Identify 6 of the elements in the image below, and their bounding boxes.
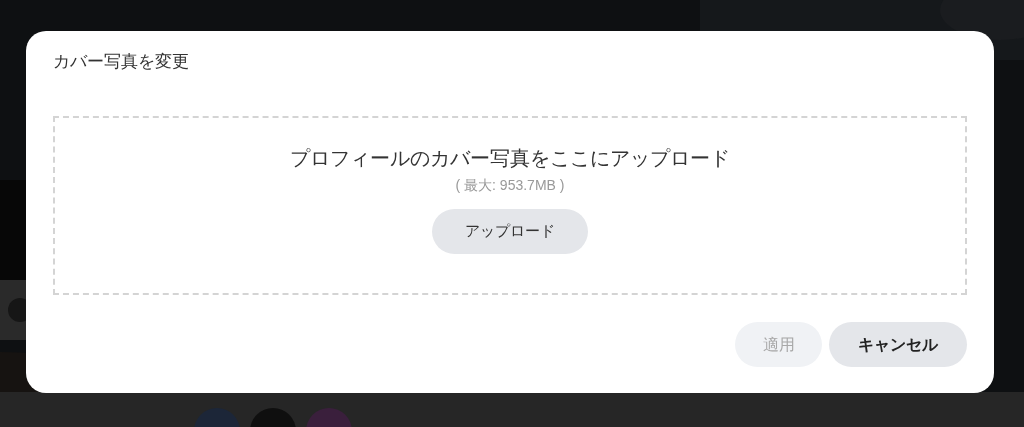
upload-button[interactable]: アップロード (432, 209, 588, 254)
size-limit: ( 最大: 953.7MB ) (455, 176, 565, 195)
cancel-button[interactable]: キャンセル (829, 322, 967, 367)
dialog-title: カバー写真を変更 (53, 51, 189, 73)
dropzone[interactable]: プロフィールのカバー写真をここにアップロード ( 最大: 953.7MB ) アップロード (53, 116, 967, 295)
upload-prompt: プロフィールのカバー写真をここにアップロード (290, 146, 730, 171)
